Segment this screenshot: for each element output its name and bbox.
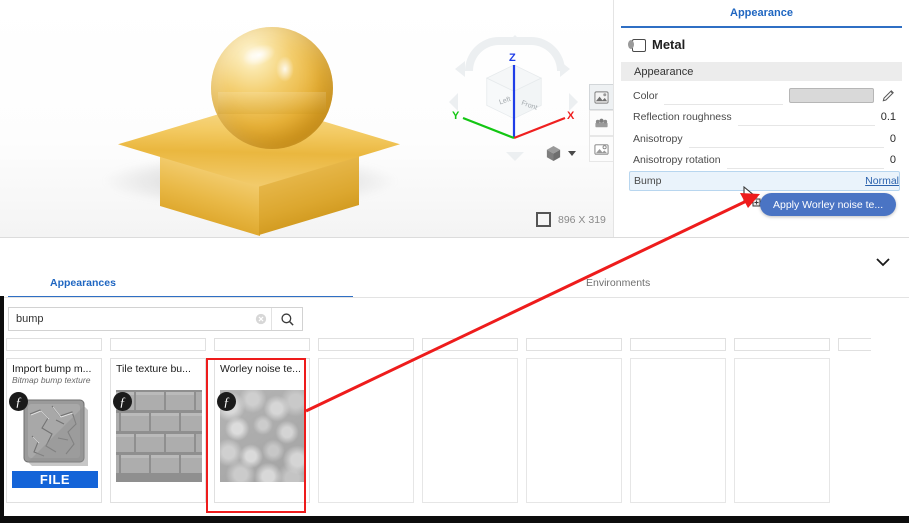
card-stub[interactable] xyxy=(838,338,871,351)
card-title: Import bump m... xyxy=(12,363,92,375)
sphere-highlight-secondary xyxy=(276,56,294,82)
card-subtitle: Bitmap bump texture xyxy=(12,375,91,385)
viewport-tool-strip[interactable] xyxy=(589,84,613,162)
property-rule xyxy=(664,103,783,105)
card-placeholder[interactable] xyxy=(630,358,726,503)
3d-viewport[interactable]: Left Front Z X Y 896 X 319 xyxy=(0,0,613,237)
axis-label-y: Y xyxy=(452,110,460,122)
drag-drop-cursor-icon xyxy=(743,186,761,207)
view-preset-menu[interactable] xyxy=(545,145,576,162)
property-row-anisotropy[interactable]: Anisotropy 0 xyxy=(633,128,896,150)
appearance-section-label: Appearance xyxy=(634,65,694,78)
card-stub[interactable] xyxy=(110,338,206,351)
property-row-bump[interactable]: Bump Normal xyxy=(629,171,900,191)
property-rule xyxy=(667,187,859,188)
card-tile-texture-bump[interactable]: Tile texture bu... ƒ xyxy=(110,358,206,503)
panel-divider xyxy=(0,237,909,238)
color-swatch[interactable] xyxy=(789,88,874,104)
appearance-tool-icon[interactable] xyxy=(589,84,613,110)
window-left-edge xyxy=(0,296,4,516)
browser-tab-bar: Appearances Environments xyxy=(0,277,909,299)
card-stub[interactable] xyxy=(734,338,830,351)
property-row-reflection-roughness[interactable]: Reflection roughness 0.1 xyxy=(633,107,896,129)
pencil-icon[interactable] xyxy=(881,88,896,103)
function-badge: ƒ xyxy=(9,392,28,411)
property-value-anisotropy[interactable]: 0 xyxy=(890,133,896,145)
drag-tooltip: Apply Worley noise te... xyxy=(760,193,897,216)
axis-label-x: X xyxy=(567,110,575,122)
card-stub[interactable] xyxy=(526,338,622,351)
property-row-anisotropy-rotation[interactable]: Anisotropy rotation 0 xyxy=(633,150,896,172)
material-name-label: Metal xyxy=(652,37,686,52)
card-placeholder[interactable] xyxy=(318,358,414,503)
card-worley-noise-texture[interactable]: Worley noise te... ƒ xyxy=(214,358,310,503)
image-render-icon[interactable] xyxy=(589,136,613,162)
scene-settings-icon[interactable] xyxy=(589,110,613,136)
window-bottom-edge xyxy=(0,516,909,523)
card-placeholder[interactable] xyxy=(526,358,622,503)
frame-icon xyxy=(536,212,551,227)
card-subtitle xyxy=(220,375,304,386)
tab-environments-label: Environments xyxy=(586,277,651,289)
axis-label-z: Z xyxy=(509,52,516,64)
function-badge: ƒ xyxy=(217,392,236,411)
file-badge: FILE xyxy=(12,471,98,488)
search-bar[interactable] xyxy=(8,307,303,331)
tab-environments[interactable]: Environments xyxy=(586,277,650,289)
appearance-card-grid[interactable]: Import bump m... Bitmap bump texture ƒ F… xyxy=(6,338,871,513)
card-title: Worley noise te... xyxy=(220,363,301,375)
card-title: Tile texture bu... xyxy=(116,363,191,375)
search-icon[interactable] xyxy=(271,308,302,330)
appearance-section-header: Appearance xyxy=(621,62,902,81)
chevron-down-icon[interactable] xyxy=(874,255,892,269)
card-subtitle xyxy=(116,375,200,386)
function-badge: ƒ xyxy=(113,392,132,411)
property-value-bump[interactable]: Normal xyxy=(865,175,899,187)
tab-appearances-label: Appearances xyxy=(50,277,116,289)
chevron-down-icon[interactable] xyxy=(568,151,576,156)
card-stub[interactable] xyxy=(318,338,414,351)
card-stub[interactable] xyxy=(6,338,102,351)
card-stub-row xyxy=(6,338,871,351)
appearance-browser: Import bump m... Bitmap bump texture xyxy=(0,298,909,516)
card-placeholder[interactable] xyxy=(734,358,830,503)
drag-tooltip-label: Apply Worley noise te... xyxy=(773,198,884,211)
material-swatch-icon xyxy=(628,39,646,52)
property-row-color[interactable]: Color xyxy=(633,85,896,107)
clear-circle-icon[interactable] xyxy=(251,313,271,325)
search-input[interactable] xyxy=(9,312,251,326)
property-label-bump: Bump xyxy=(634,175,662,187)
resolution-label: 896 X 319 xyxy=(558,213,606,226)
card-stub[interactable] xyxy=(422,338,518,351)
property-rule xyxy=(737,125,875,126)
property-label-color: Color xyxy=(633,89,659,102)
card-row: Import bump m... Bitmap bump texture ƒ F… xyxy=(6,358,830,503)
property-label-anisotropy: Anisotropy xyxy=(633,132,683,145)
property-value-reflection-roughness[interactable]: 0.1 xyxy=(881,111,896,123)
tab-appearances[interactable]: Appearances xyxy=(50,277,116,289)
card-placeholder[interactable] xyxy=(422,358,518,503)
sphere-intersection-band xyxy=(218,92,326,114)
property-value-anisotropy-rotation[interactable]: 0 xyxy=(890,154,896,166)
property-label-reflection-roughness: Reflection roughness xyxy=(633,111,732,124)
viewport-resolution-readout: 896 X 319 xyxy=(536,212,606,227)
property-rule xyxy=(688,146,884,148)
appearance-property-list: Color Reflection roughness 0.1 Anisotrop… xyxy=(614,85,909,191)
card-stub[interactable] xyxy=(630,338,726,351)
property-label-anisotropy-rotation: Anisotropy rotation xyxy=(633,154,721,167)
appearance-panel-tab-label: Appearance xyxy=(730,7,793,19)
view-cube[interactable]: Left Front Z X Y xyxy=(447,33,582,168)
card-import-bump-map[interactable]: Import bump m... Bitmap bump texture ƒ F… xyxy=(6,358,102,503)
card-stub[interactable] xyxy=(214,338,310,351)
appearance-panel-tab[interactable]: Appearance xyxy=(614,0,909,26)
property-rule xyxy=(726,168,884,169)
app-window: Left Front Z X Y 896 X 319 Appearance Me… xyxy=(0,0,909,523)
home-cube-icon[interactable] xyxy=(545,145,562,162)
material-title: Metal xyxy=(614,28,909,62)
